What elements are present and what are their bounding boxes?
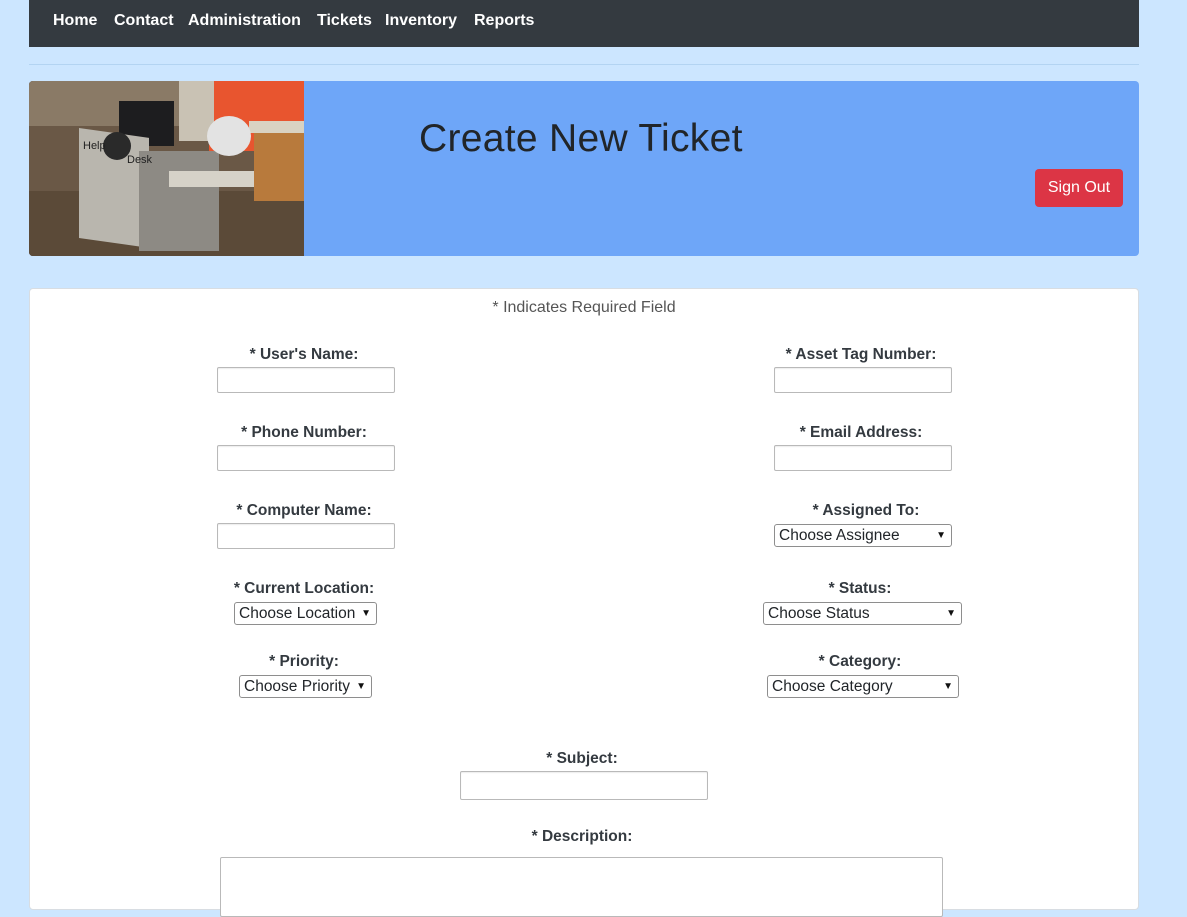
status-value: Choose Status [768,605,870,622]
chevron-down-icon: ▼ [356,681,366,692]
page-title: Create New Ticket [419,117,743,160]
category-label: * Category: [818,653,902,670]
chevron-down-icon: ▼ [936,530,946,541]
phone-number-input[interactable] [217,445,395,471]
location-select[interactable]: Choose Location ▼ [234,602,377,625]
top-navbar: Home Contact Administration Tickets Inve… [29,0,1139,47]
assigned-to-label: * Assigned To: [812,502,920,519]
location-value: Choose Location [239,605,356,622]
sign-out-button[interactable]: Sign Out [1035,169,1123,207]
help-desk-photo: Help Desk [29,81,304,256]
status-label: * Status: [828,580,892,597]
nav-reports[interactable]: Reports [474,0,534,41]
nav-contact[interactable]: Contact [114,0,174,41]
assigned-to-value: Choose Assignee [779,527,900,544]
help-desk-illustration: Help Desk [29,81,304,256]
required-field-note: * Indicates Required Field [492,299,676,316]
chevron-down-icon: ▼ [361,608,371,619]
users-name-input[interactable] [217,367,395,393]
category-value: Choose Category [772,678,893,695]
photo-sign-help: Help [83,140,106,152]
subject-input[interactable] [460,771,708,800]
priority-label: * Priority: [269,653,339,670]
assigned-to-select[interactable]: Choose Assignee ▼ [774,524,952,547]
computer-name-input[interactable] [217,523,395,549]
chevron-down-icon: ▼ [946,608,956,619]
subject-label: * Subject: [546,750,618,767]
chevron-down-icon: ▼ [943,681,953,692]
status-select[interactable]: Choose Status ▼ [763,602,962,625]
nav-administration[interactable]: Administration [188,0,301,41]
description-label: * Description: [531,828,633,845]
email-address-input[interactable] [774,445,952,471]
ticket-form-card: * Indicates Required Field * User's Name… [29,288,1139,917]
computer-name-label: * Computer Name: [236,502,372,519]
priority-select[interactable]: Choose Priority ▼ [239,675,372,698]
photo-sign-desk: Desk [127,154,153,166]
users-name-label: * User's Name: [249,346,359,363]
nav-divider [29,64,1139,65]
nav-inventory[interactable]: Inventory [385,0,457,41]
current-location-label: * Current Location: [233,580,375,597]
page-header: Help Desk Create New Ticket Sign Out [29,81,1139,256]
priority-value: Choose Priority [244,678,350,695]
description-textarea[interactable] [220,857,943,917]
nav-tickets[interactable]: Tickets [317,0,372,41]
asset-tag-input[interactable] [774,367,952,393]
nav-home[interactable]: Home [53,0,97,41]
category-select[interactable]: Choose Category ▼ [767,675,959,698]
asset-tag-label: * Asset Tag Number: [785,346,937,363]
email-address-label: * Email Address: [799,424,923,441]
phone-number-label: * Phone Number: [241,424,367,441]
